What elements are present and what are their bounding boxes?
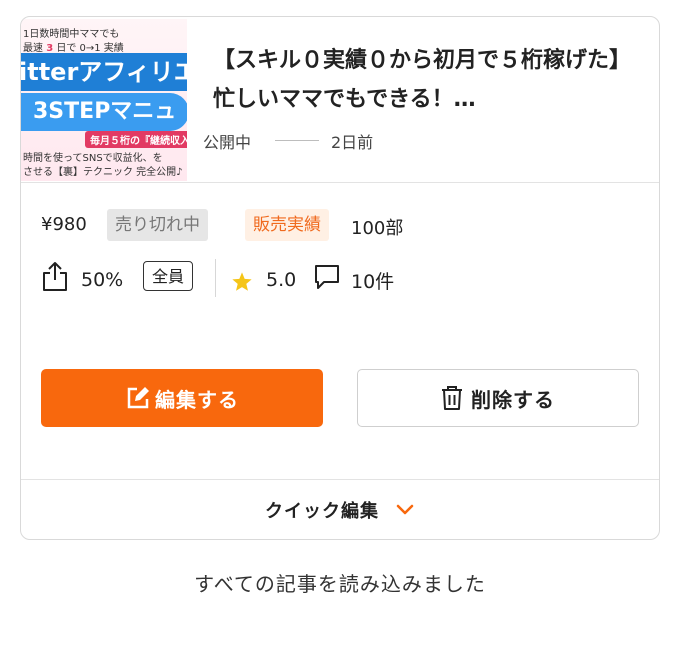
quick-edit-toggle[interactable]: クイック編集: [21, 479, 659, 539]
article-header[interactable]: 1日数時間中ママでも 最速 3 日で 0→1 実績 itterアフィリエイ 3S…: [21, 17, 659, 183]
comment-icon: [315, 265, 339, 289]
share-icon: [43, 262, 67, 291]
article-card: 1日数時間中ママでも 最速 3 日で 0→1 実績 itterアフィリエイ 3S…: [20, 16, 660, 540]
thumb-text-3: itterアフィリエイ: [21, 53, 187, 91]
thumb-text-6: 時間を使ってSNSで収益化、を: [23, 153, 163, 164]
thumb-text-7: させる【裏】テクニック 完全公開♪: [23, 167, 183, 178]
edit-button[interactable]: 編集する: [41, 369, 323, 427]
chevron-down-icon: [396, 504, 414, 515]
thumb-text-4: 3STEPマニュ: [21, 93, 187, 131]
article-title[interactable]: 【スキル０実績０から初月で５桁稼げた】忙しいママでもできる！…: [213, 41, 643, 119]
price: ¥980: [41, 214, 87, 235]
publish-status: 公開中: [203, 133, 252, 152]
trash-icon: [442, 386, 462, 410]
stats-divider: [215, 259, 216, 297]
thumb-text-2: 最速 3 日で 0→1 実績: [23, 43, 124, 54]
sales-count: 100部: [351, 218, 404, 239]
delete-button-label: 削除する: [471, 387, 555, 412]
delete-button[interactable]: 削除する: [357, 369, 639, 427]
comment-count: 10件: [351, 271, 395, 293]
share-percentage: 50%: [81, 269, 124, 291]
star-icon: [232, 272, 252, 291]
article-thumbnail[interactable]: 1日数時間中ママでも 最速 3 日で 0→1 実績 itterアフィリエイ 3S…: [21, 19, 187, 181]
posted-time: 2日前: [331, 133, 374, 152]
quick-edit-label: クイック編集: [265, 501, 379, 522]
thumb-text-1: 1日数時間中ママでも: [23, 29, 120, 40]
status-divider: [275, 140, 319, 141]
edit-icon: [127, 387, 149, 409]
soldout-badge: 売り切れ中: [107, 209, 208, 241]
audience-badge: 全員: [143, 261, 194, 291]
thumb-text-5: 毎月５桁の『継続収入』: [85, 131, 187, 148]
rating-value: 5.0: [266, 269, 297, 291]
edit-button-label: 編集する: [155, 387, 239, 412]
sales-badge: 販売実績: [245, 209, 329, 241]
all-loaded-message: すべての記事を読み込みました: [194, 572, 486, 596]
